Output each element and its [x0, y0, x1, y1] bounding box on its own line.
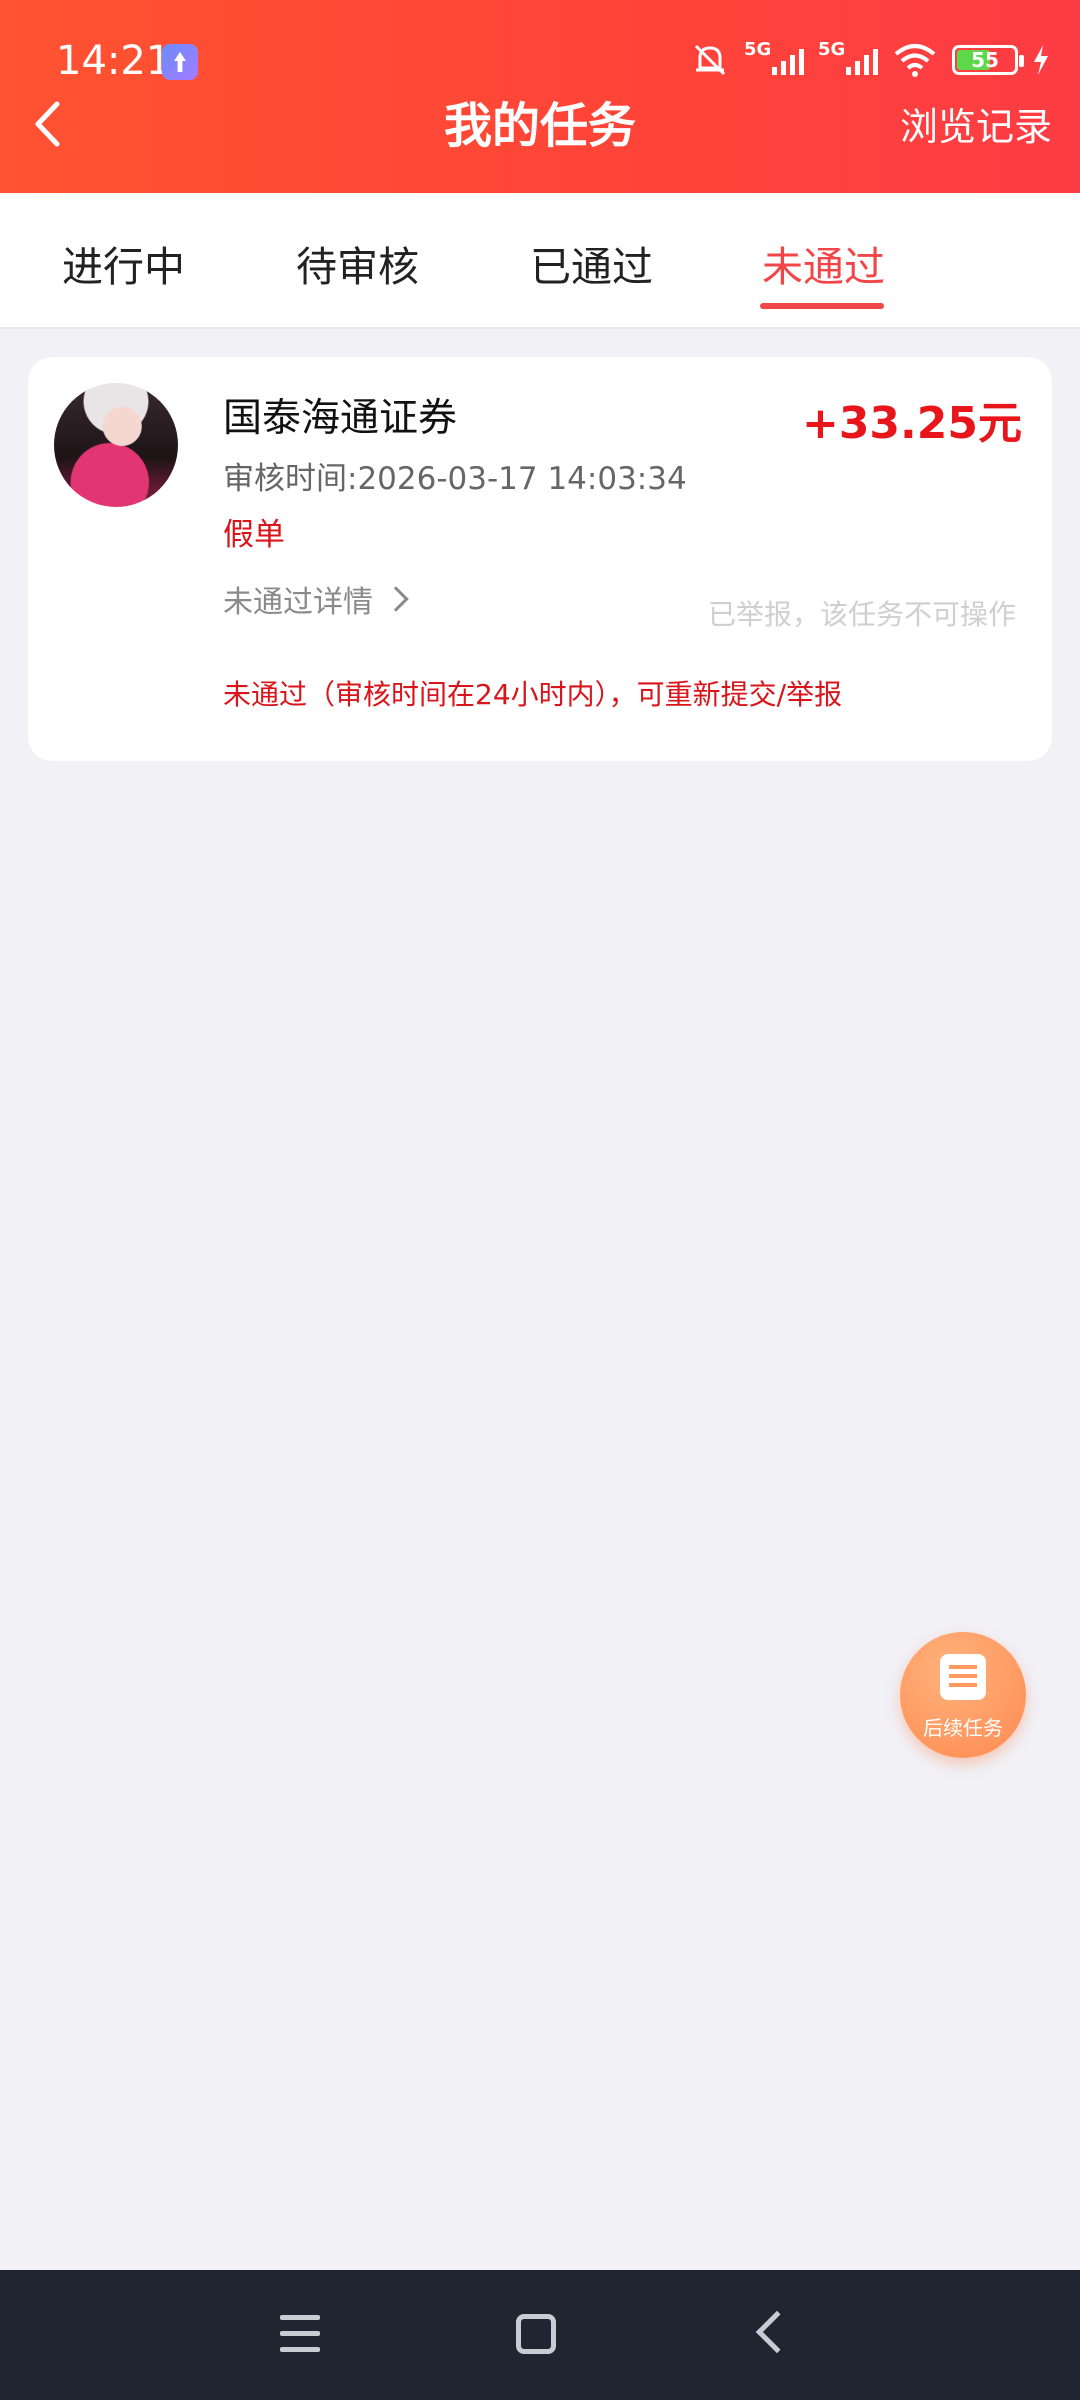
rejection-reason: 假单 [223, 517, 285, 553]
chevron-right-icon [383, 586, 409, 612]
system-nav-bar [0, 2270, 1080, 2400]
tab-approved[interactable]: 已通过 [530, 233, 653, 293]
app-header: 14:21 5G 5G 55 我的任务 浏览记录 [0, 0, 1080, 193]
recent-apps-icon[interactable] [280, 2315, 320, 2353]
rejection-note: 未通过（审核时间在24小时内），可重新提交/举报 [223, 678, 843, 711]
mute-bell-icon [694, 44, 726, 76]
detail-link-label: 未通过详情 [223, 585, 373, 620]
follow-up-task-label: 后续任务 [923, 1716, 1003, 1740]
follow-up-task-button[interactable]: 后续任务 [900, 1632, 1026, 1758]
history-link[interactable]: 浏览记录 [900, 96, 1052, 151]
task-card[interactable]: 国泰海通证券 +33.25元 审核时间:2026-03-17 14:03:34 … [28, 357, 1052, 761]
tab-bar: 进行中 待审核 已通过 未通过 [0, 193, 1080, 329]
wifi-icon [894, 44, 936, 77]
tab-in-progress[interactable]: 进行中 [62, 233, 185, 293]
tab-rejected[interactable]: 未通过 [762, 233, 885, 293]
battery-icon: 55 [952, 45, 1024, 75]
charging-icon [1034, 45, 1048, 75]
active-tab-indicator [760, 303, 884, 309]
status-time: 14:21 [56, 38, 172, 84]
task-title: 国泰海通证券 [223, 396, 458, 441]
avatar [54, 383, 178, 507]
nav-back-icon[interactable] [755, 2310, 799, 2354]
home-icon[interactable] [516, 2314, 556, 2354]
reported-note: 已举报，该任务不可操作 [707, 598, 1016, 631]
upload-app-icon [162, 44, 198, 80]
review-time: 审核时间:2026-03-17 14:03:34 [223, 461, 687, 497]
signal-icon-2: 5G [818, 39, 878, 75]
rejection-detail-link[interactable]: 未通过详情 [223, 577, 409, 621]
task-list-icon [940, 1654, 986, 1700]
status-icons: 5G 5G 55 [690, 39, 1050, 80]
signal-icon-1: 5G [744, 39, 804, 75]
tab-pending-review[interactable]: 待审核 [296, 233, 419, 293]
task-reward: +33.25元 [801, 398, 1022, 449]
